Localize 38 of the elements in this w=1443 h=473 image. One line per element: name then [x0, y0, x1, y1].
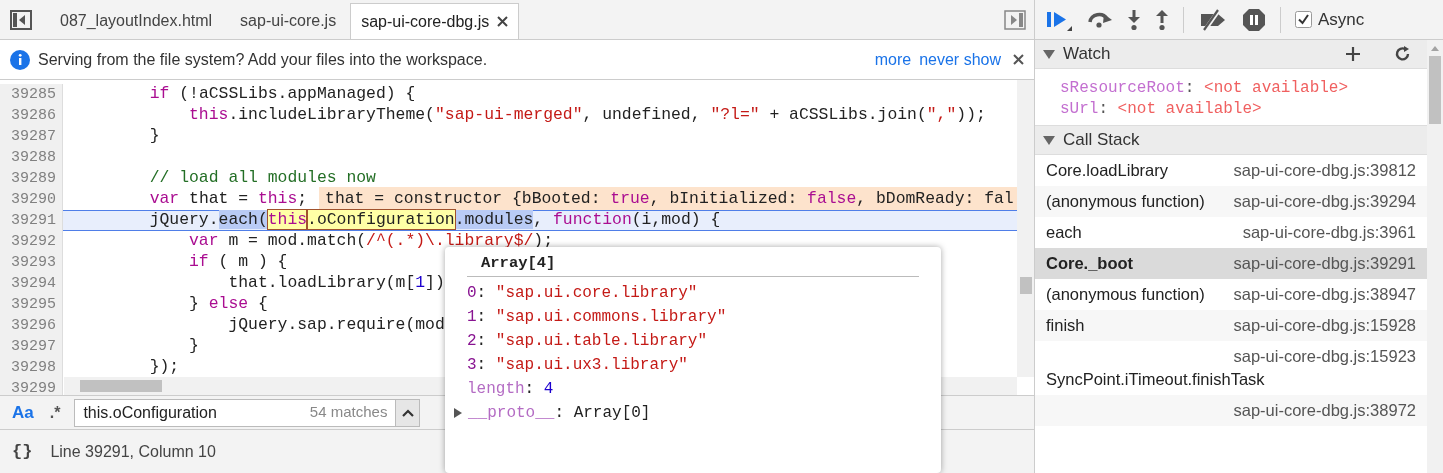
code-line: this.includeLibraryTheme("sap-ui-merged", undefined, "?l=" + aCSSLibs.join(",")); [188, 104, 986, 127]
line-number: 39297 [0, 336, 63, 357]
popover-title: Array[4] [481, 252, 556, 274]
checkbox-label: Async [1318, 8, 1365, 31]
line-number: 39290 [0, 189, 63, 210]
line-number: 39293 [0, 252, 63, 273]
line-number: 39289 [0, 168, 63, 189]
line-number: 39287 [0, 126, 63, 147]
line-number: 39285 [0, 84, 63, 105]
code-line: that.loadLibrary(m[1]) [227, 272, 445, 295]
code-line: } [188, 335, 199, 358]
property-entry: length: 4 [467, 379, 554, 400]
property-entry: 3: "sap.ui.ux3.library" [467, 355, 688, 376]
property-entry: __proto__: Array[0] [468, 403, 651, 424]
code-line: if ( m ) { [188, 251, 288, 274]
cursor-position: Line 39291, Column 10 [50, 441, 216, 462]
code-line: if (!aCSSLibs.appManaged) { [148, 83, 416, 106]
match-count: 54 matches [309, 402, 388, 423]
line-number: 39296 [0, 315, 63, 336]
line-number: 39286 [0, 105, 63, 126]
code-line: }); [148, 356, 180, 379]
code-line: var that = this; [148, 188, 308, 211]
property-entry: 2: "sap.ui.table.library" [467, 331, 708, 352]
code-line: } [148, 125, 160, 148]
property-entry: 0: "sap.ui.core.library" [467, 283, 698, 304]
line-number: 39288 [0, 147, 63, 168]
line-number: 39292 [0, 231, 63, 252]
info-message: Serving from the file system? Add your files into the workspace. [38, 49, 489, 70]
line-number: 39294 [0, 273, 63, 294]
property-entry: 1: "sap.ui.commons.library" [467, 307, 727, 328]
line-number: 39295 [0, 294, 63, 315]
line-number: 39291 [0, 210, 63, 231]
line-number: 39299 [0, 378, 63, 395]
code-line: } else { [188, 293, 268, 316]
code-line: jQuery.sap.require(mod [227, 314, 445, 337]
code-line: jQuery.each(this.oConfiguration.modules, function(i,mod) { [148, 209, 721, 232]
line-number: 39298 [0, 357, 63, 378]
code-line: // load all modules now [148, 167, 376, 190]
